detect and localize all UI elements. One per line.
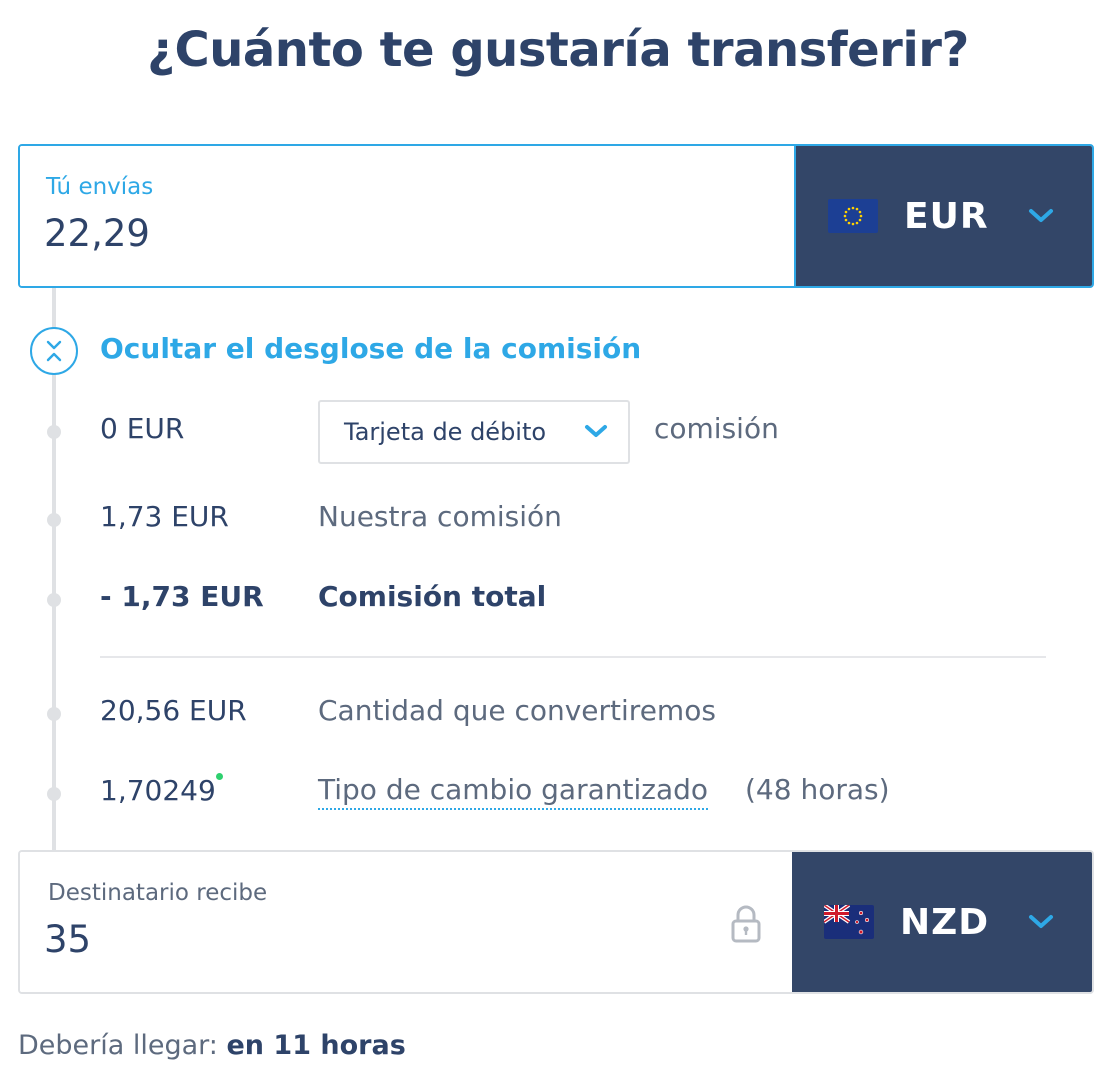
arrival-estimate: Debería llegar: en 11 horas bbox=[18, 1030, 406, 1061]
timeline-dot bbox=[47, 593, 61, 607]
send-amount-input[interactable] bbox=[44, 212, 744, 255]
hide-fee-breakdown-link[interactable]: Ocultar el desglose de la comisión bbox=[100, 332, 641, 365]
our-fee-amount: 1,73 EUR bbox=[100, 500, 229, 533]
total-fee-amount: - 1,73 EUR bbox=[100, 580, 264, 613]
arrival-label: Debería llegar: bbox=[18, 1030, 218, 1061]
payment-method-value: Tarjeta de débito bbox=[344, 418, 547, 446]
timeline-dot bbox=[47, 707, 61, 721]
receive-currency-code: NZD bbox=[900, 901, 990, 943]
total-fee-label: Comisión total bbox=[318, 580, 547, 613]
send-currency-code: EUR bbox=[904, 195, 989, 237]
send-currency-select[interactable]: EUR bbox=[794, 146, 1092, 286]
timeline-dot bbox=[47, 513, 61, 527]
exchange-rate-value: 1,70249 bbox=[100, 774, 216, 807]
send-amount-area[interactable]: Tú envías bbox=[20, 146, 794, 286]
lock-icon[interactable] bbox=[730, 904, 762, 944]
live-rate-indicator bbox=[216, 773, 223, 780]
payment-fee-amount: 0 EUR bbox=[100, 412, 185, 445]
converted-amount: 20,56 EUR bbox=[100, 694, 247, 727]
receive-amount-label: Destinatario recibe bbox=[48, 880, 268, 906]
divider bbox=[100, 656, 1046, 658]
receive-currency-select[interactable]: NZD bbox=[792, 852, 1092, 992]
chevron-down-icon bbox=[1029, 915, 1053, 928]
page-title: ¿Cuánto te gustaría transferir? bbox=[147, 22, 969, 78]
our-fee-label: Nuestra comisión bbox=[318, 500, 562, 533]
send-amount-box: Tú envías EUR bbox=[18, 144, 1094, 288]
chevron-down-icon bbox=[585, 425, 607, 437]
nz-flag-icon bbox=[824, 905, 874, 939]
arrival-value: en 11 horas bbox=[226, 1030, 406, 1061]
guaranteed-rate-duration: (48 horas) bbox=[745, 773, 890, 806]
payment-method-select[interactable]: Tarjeta de débito bbox=[318, 400, 630, 464]
collapse-icon[interactable] bbox=[30, 327, 78, 375]
chevron-down-icon bbox=[1029, 209, 1053, 222]
timeline-dot bbox=[47, 425, 61, 439]
eu-flag-icon bbox=[828, 199, 878, 233]
converted-label: Cantidad que convertiremos bbox=[318, 694, 716, 727]
send-amount-label: Tú envías bbox=[46, 174, 154, 200]
guaranteed-rate-link[interactable]: Tipo de cambio garantizado bbox=[318, 773, 709, 810]
payment-fee-suffix: comisión bbox=[654, 412, 779, 445]
receive-amount-area[interactable]: Destinatario recibe bbox=[20, 852, 792, 992]
receive-amount-input[interactable] bbox=[44, 918, 744, 961]
timeline-dot bbox=[47, 787, 61, 801]
receive-amount-box: Destinatario recibe 35 NZD bbox=[18, 850, 1094, 994]
